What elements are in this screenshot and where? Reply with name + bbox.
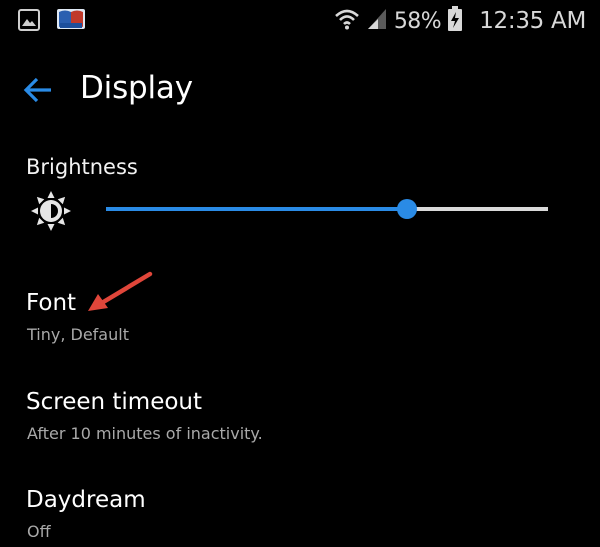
setting-summary: Off [27, 522, 51, 541]
slider-fill [106, 207, 407, 211]
brightness-slider[interactable] [106, 198, 548, 220]
app-header: Display [0, 60, 600, 120]
back-arrow-icon [22, 77, 54, 110]
brightness-label: Brightness [26, 155, 138, 179]
back-button[interactable] [22, 74, 58, 106]
wifi-icon [334, 7, 360, 35]
status-bar: 58% 12:35 AM [0, 0, 600, 40]
status-indicators: 58% 12:35 AM [334, 4, 586, 38]
setting-summary: Tiny, Default [27, 325, 129, 344]
annotation-arrow-icon [84, 268, 156, 314]
battery-percent: 58% [393, 8, 442, 34]
brightness-sun-icon [30, 190, 72, 232]
gallery-icon [18, 9, 40, 35]
setting-title: Font [26, 290, 77, 316]
page-title: Display [80, 70, 193, 106]
setting-title: Screen timeout [26, 389, 203, 415]
daydream-setting[interactable]: Daydream Off [0, 487, 600, 547]
battery-charging-icon [447, 6, 463, 36]
signal-icon [366, 7, 388, 35]
slider-thumb[interactable] [396, 199, 417, 219]
setting-summary: After 10 minutes of inactivity. [27, 424, 263, 443]
status-time: 12:35 AM [479, 8, 586, 34]
display-settings-screen: 58% 12:35 AM Display Brightness Font Tin… [0, 0, 600, 547]
screen-timeout-setting[interactable]: Screen timeout After 10 minutes of inact… [0, 389, 600, 469]
setting-title: Daydream [26, 487, 146, 513]
app-notification-icon [56, 6, 86, 36]
